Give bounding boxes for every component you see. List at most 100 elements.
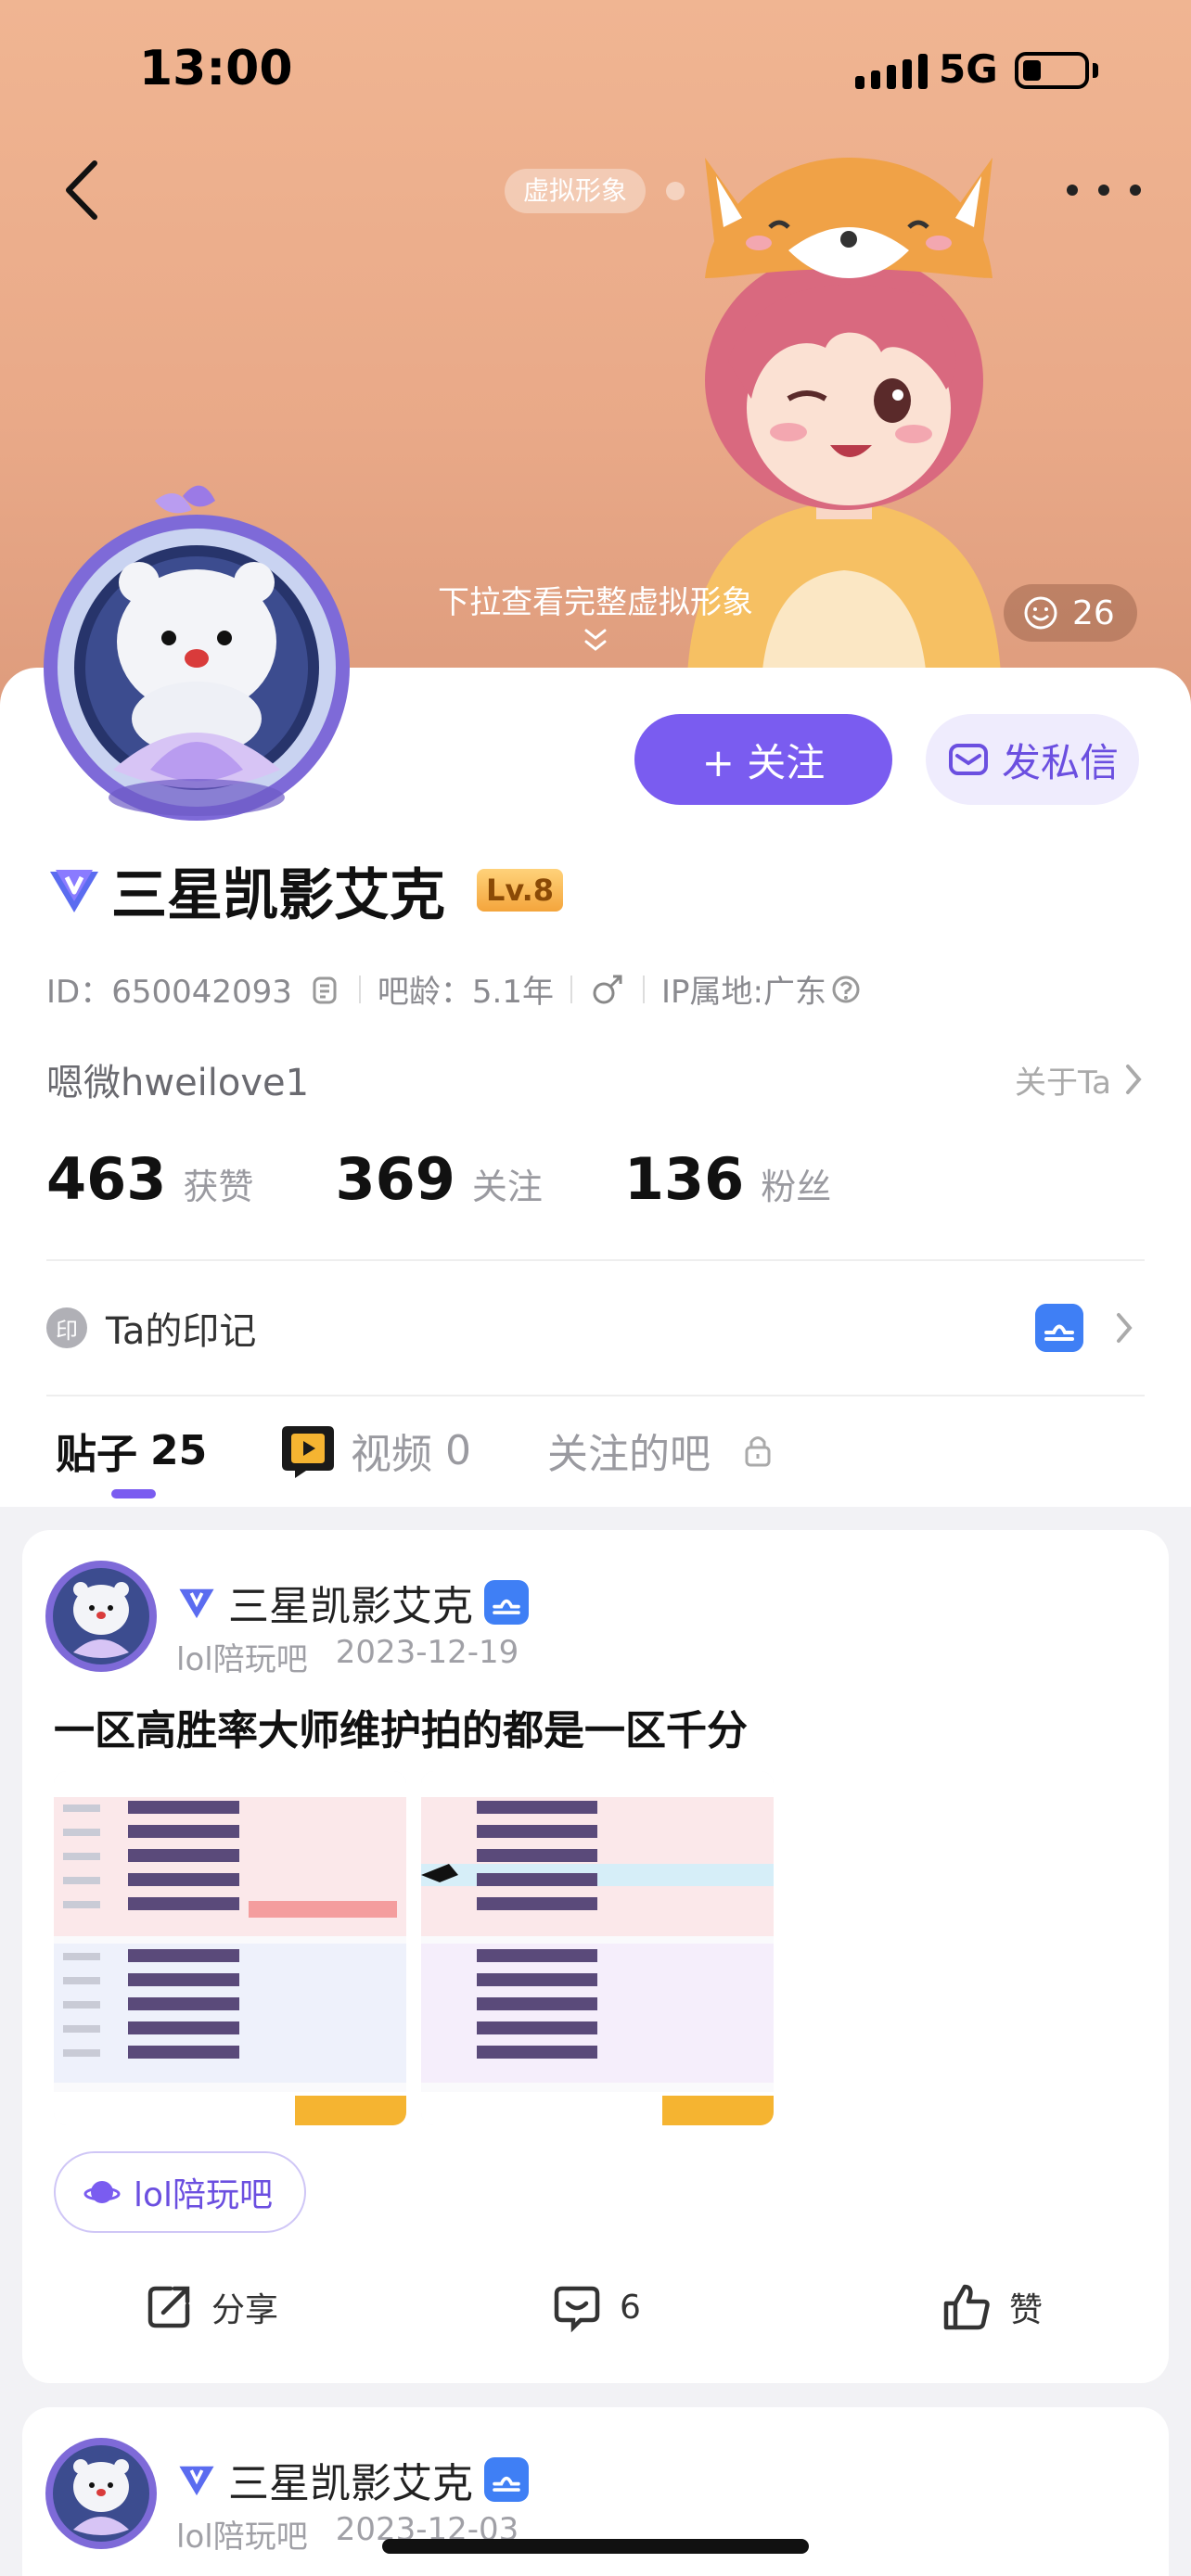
profile-tabs: 贴子 25 视频 0 关注的吧: [0, 1398, 1191, 1505]
post-author-avatar[interactable]: [41, 1556, 161, 1677]
follow-button[interactable]: + 关注: [634, 714, 892, 805]
tag-dot: [666, 182, 685, 200]
signal-icon: [855, 52, 928, 89]
status-bar: 13:00 5G: [0, 0, 1191, 139]
verified-v-icon: [179, 2466, 214, 2496]
stat-value: 136: [623, 1145, 745, 1213]
comment-icon: [554, 2286, 600, 2333]
male-icon: [593, 975, 622, 1003]
verified-v-icon: [179, 1588, 214, 1619]
stat-value: 463: [46, 1145, 167, 1213]
chevron-right-icon: [1126, 1065, 1142, 1094]
tab-posts[interactable]: 贴子 25: [56, 1421, 207, 1480]
post-author-row: 三星凯影艾克: [176, 2450, 529, 2509]
comment-count: 6: [620, 2288, 641, 2327]
more-dot: [1067, 185, 1078, 196]
follow-label: + 关注: [701, 739, 826, 785]
share-icon: [147, 2286, 190, 2328]
signature: 嗯微hweilove1: [46, 1062, 310, 1104]
stat-label: 关注: [471, 1167, 543, 1207]
meta-divider: [642, 975, 645, 1003]
about-link[interactable]: 关于Ta: [1015, 1057, 1145, 1103]
post-actions: 分享 6 赞: [22, 2263, 1169, 2355]
back-button[interactable]: [56, 158, 111, 223]
virtual-avatar-tag[interactable]: 虚拟形象: [505, 169, 647, 213]
home-indicator: [382, 2539, 809, 2554]
battery-icon: [1015, 52, 1089, 89]
name-row: 三星凯影艾克 Lv.8: [46, 853, 564, 928]
network-type: 5G: [939, 46, 998, 92]
libra-badge-icon: [484, 2457, 529, 2502]
share-button[interactable]: 分享: [143, 2281, 278, 2333]
meta-divider: [570, 975, 572, 1003]
post-author-avatar[interactable]: [41, 2433, 161, 2554]
post-author-name[interactable]: 三星凯影艾克: [228, 2450, 473, 2509]
post-forum[interactable]: lol陪玩吧: [176, 1634, 308, 1679]
stats-row: 463 获赞 369 关注 136 粉丝: [46, 1145, 913, 1213]
mark-icon: 印: [46, 1307, 87, 1348]
avatar-like-chip[interactable]: 26: [1004, 584, 1137, 642]
post-card[interactable]: 三星凯影艾克 lol陪玩吧 2023-12-19 一区高胜率大师维护拍的都是一区…: [22, 1530, 1169, 2383]
message-button[interactable]: 发私信: [926, 714, 1139, 805]
avatar-like-count: 26: [1072, 593, 1115, 632]
message-label: 发私信: [1001, 739, 1119, 785]
verified-v-icon: [50, 870, 98, 912]
game-stats-screenshot: [421, 1771, 774, 2125]
post-author-row: 三星凯影艾克: [176, 1573, 529, 1632]
game-stats-screenshot: [54, 1771, 406, 2125]
user-name: 三星凯影艾克: [111, 862, 445, 928]
battery-tip: [1093, 63, 1098, 78]
video-play-icon: [282, 1426, 334, 1478]
copy-icon[interactable]: [309, 973, 342, 1006]
smile-icon: [1024, 596, 1057, 630]
stat-label: 获赞: [183, 1167, 254, 1207]
more-dot: [1098, 185, 1109, 196]
signature-row: 嗯微hweilove1 关于Ta: [46, 1052, 1145, 1107]
tab-label: 贴子: [56, 1431, 137, 1478]
user-avatar[interactable]: [30, 473, 382, 835]
chevron-left-icon: [66, 160, 97, 220]
profile-meta: ID：650042093 吧龄：5.1年 IP属地:广东: [46, 966, 862, 1012]
comment-button[interactable]: 6: [551, 2281, 641, 2333]
bar-age: 吧龄：5.1年: [377, 974, 554, 1011]
like-button[interactable]: 赞: [941, 2281, 1043, 2333]
tab-label: 视频: [351, 1431, 432, 1478]
post-author-name[interactable]: 三星凯影艾克: [228, 1573, 473, 1632]
stat-likes[interactable]: 463 获赞: [46, 1145, 253, 1213]
post-forum[interactable]: lol陪玩吧: [176, 2511, 308, 2557]
like-label: 赞: [1009, 2291, 1044, 2329]
double-chevron-down-icon: [584, 629, 607, 651]
tab-count: 0: [445, 1426, 471, 1474]
mail-icon: [948, 744, 988, 775]
post-meta: lol陪玩吧 2023-12-19: [176, 1634, 519, 1679]
marks-row[interactable]: 印 Ta的印记: [46, 1298, 1145, 1358]
tab-label: 关注的吧: [547, 1431, 711, 1478]
post-title[interactable]: 一区高胜率大师维护拍的都是一区千分: [54, 1697, 748, 1756]
tab-videos[interactable]: 视频 0: [278, 1421, 471, 1480]
share-label: 分享: [211, 2291, 279, 2329]
divider: [46, 1259, 1145, 1261]
forum-chip-label: lol陪玩吧: [134, 2176, 274, 2214]
level-badge: Lv.8: [477, 869, 564, 912]
forum-chip[interactable]: lol陪玩吧: [54, 2151, 307, 2233]
tab-indicator: [111, 1489, 156, 1498]
marks-label: Ta的印记: [106, 1310, 257, 1353]
stat-followers[interactable]: 136 粉丝: [624, 1145, 831, 1213]
post-date: 2023-12-19: [335, 1634, 519, 1671]
meta-divider: [358, 975, 361, 1003]
libra-badge-icon: [484, 1580, 529, 1625]
tab-followed-bars[interactable]: 关注的吧: [547, 1421, 774, 1480]
help-icon[interactable]: [830, 974, 862, 1005]
more-button[interactable]: [1067, 167, 1141, 213]
divider: [46, 1395, 1145, 1396]
status-time: 13:00: [139, 41, 293, 96]
stat-following[interactable]: 369 关注: [335, 1145, 542, 1213]
libra-badge-icon: [1035, 1304, 1083, 1352]
post-image[interactable]: [421, 1771, 774, 2125]
more-dot: [1130, 185, 1141, 196]
thumbs-up-icon: [943, 2284, 990, 2330]
post-image[interactable]: [54, 1771, 406, 2125]
ip-location: IP属地:广东: [660, 974, 826, 1011]
lock-icon: [745, 1436, 771, 1467]
user-id: ID：650042093: [46, 974, 292, 1011]
